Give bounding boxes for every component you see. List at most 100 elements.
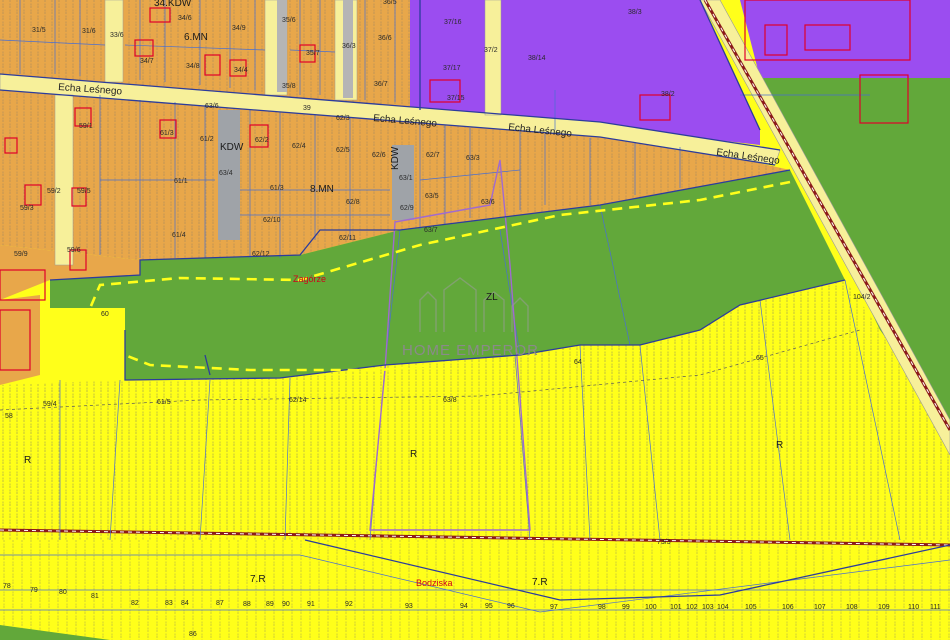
plot-number-label: 62/10 [263,217,281,224]
plot-number-label: 39 [303,105,311,112]
plot-number-label: 108 [846,604,858,611]
place-label-bodziska: Bodziska [416,578,453,588]
plot-number-label: 62/3 [336,115,350,122]
plot-number-label: 80 [59,589,67,596]
plot-number-label: 63/3 [466,155,480,162]
plot-number-label: 62/5 [336,147,350,154]
plot-number-label: 99 [622,604,630,611]
plot-number-label: 98 [598,604,606,611]
plot-number-label: 63/8 [443,397,457,404]
plot-number-label: 61/1 [174,178,188,185]
plot-number-label: 93 [405,603,413,610]
plot-number-label: 59/9 [14,251,28,258]
plot-number-label: 62/4 [292,143,306,150]
plot-number-label: 38/3 [628,9,642,16]
plot-number-label: 62/2 [255,137,269,144]
plot-number-label: 63/6 [481,199,495,206]
plot-number-label: 37/16 [444,19,462,26]
plot-number-label: 65 [756,355,764,362]
plot-number-label: 87 [216,600,224,607]
plot-number-label: 102 [686,604,698,611]
plot-number-label: 73/3 [657,539,671,546]
plot-number-label: 84 [181,600,189,607]
plot-number-label: 61/3 [270,185,284,192]
residential-zone-southwest [0,295,40,385]
plot-number-label: 62/7 [426,152,440,159]
plot-number-label: 61/4 [172,232,186,239]
zone-label: KDW [390,146,401,170]
plot-number-label: 36/3 [342,43,356,50]
plot-number-label: 109 [878,604,890,611]
plot-number-label: 110 [908,604,919,611]
plot-number-label: 59/2 [47,188,61,195]
plot-number-label: 62/8 [346,199,360,206]
plot-number-label: 36/6 [378,35,392,42]
plot-number-label: 59/1 [79,123,93,130]
plot-number-label: 63/1 [399,175,413,182]
plot-number-label: 78 [3,583,11,590]
plot-number-label: 107 [814,604,826,611]
plot-number-label: 61/3 [160,130,174,137]
plot-number-label: 88 [243,601,251,608]
plot-number-label: 61/2 [200,136,214,143]
zone-label: R [24,455,31,466]
plot-number-label: 86 [189,631,197,638]
plot-number-label: 58 [5,413,13,420]
plot-number-label: 62/12 [252,251,270,258]
plot-number-label: 104/2 [853,294,871,301]
plot-number-label: 103 [702,604,714,611]
road-west-vertical [54,94,74,266]
plot-number-label: 62/14 [289,397,307,404]
plot-number-label: 35/7 [306,50,320,57]
plot-number-label: 95 [485,603,493,610]
plot-number-label: 92 [345,601,353,608]
plot-number-label: 59/6 [67,247,81,254]
plot-number-label: 111 [930,604,941,611]
watermark-text: HOME EMPEROR [402,342,539,359]
plot-number-label: 63/7 [424,227,438,234]
plot-number-label: 97 [550,604,558,611]
zoning-map[interactable]: HOME EMPEROR Echa Leśnego Echa Leśnego E… [0,0,950,640]
plot-number-label: 60 [101,311,109,318]
plot-number-label: 91 [307,601,315,608]
plot-number-label: 94 [460,603,468,610]
plot-number-label: 83 [165,600,173,607]
plot-number-label: 100 [645,604,657,611]
zone-label: 7.R [250,574,266,585]
zone-label: 34.KDW [154,0,192,9]
zone-label: 7.R [532,577,548,588]
zone-label: R [410,449,417,460]
zone-label: ZL [486,292,498,303]
road-north-1 [104,0,124,83]
zone-label: R [776,440,783,451]
plot-number-label: 36/5 [383,0,397,6]
plot-number-label: 104 [717,604,729,611]
plot-number-label: 81 [91,593,99,600]
plot-number-label: 59/4 [43,401,57,408]
plot-number-label: 37/2 [484,47,498,54]
plot-number-label: 34/8 [186,63,200,70]
map-canvas: HOME EMPEROR Echa Leśnego Echa Leśnego E… [0,0,950,640]
plot-number-label: 62/6 [372,152,386,159]
plot-number-label: 34/7 [140,58,154,65]
plot-number-label: 35/6 [282,17,296,24]
plot-number-label: 38/14 [528,55,546,62]
plot-number-label: 90 [282,601,290,608]
road-north-4 [484,0,502,116]
plot-number-label: 37/17 [443,65,461,72]
plot-number-label: 31/5 [32,27,46,34]
plot-number-label: 34/6 [178,15,192,22]
place-label-zagorze: Zagórze [293,274,326,284]
plot-number-label: 36/7 [374,81,388,88]
plot-number-label: 105 [745,604,757,611]
plot-number-label: 62/11 [339,235,356,242]
plot-number-label: 33/6 [110,32,124,39]
plot-number-label: 59/5 [77,188,91,195]
plot-number-label: 82 [131,600,139,607]
zone-label: KDW [220,142,244,153]
plot-number-label: 63/5 [425,193,439,200]
plot-number-label: 63/4 [219,170,233,177]
plot-number-label: 35/8 [282,83,296,90]
zone-label: 6.MN [184,32,208,43]
plot-number-label: 89 [266,601,274,608]
